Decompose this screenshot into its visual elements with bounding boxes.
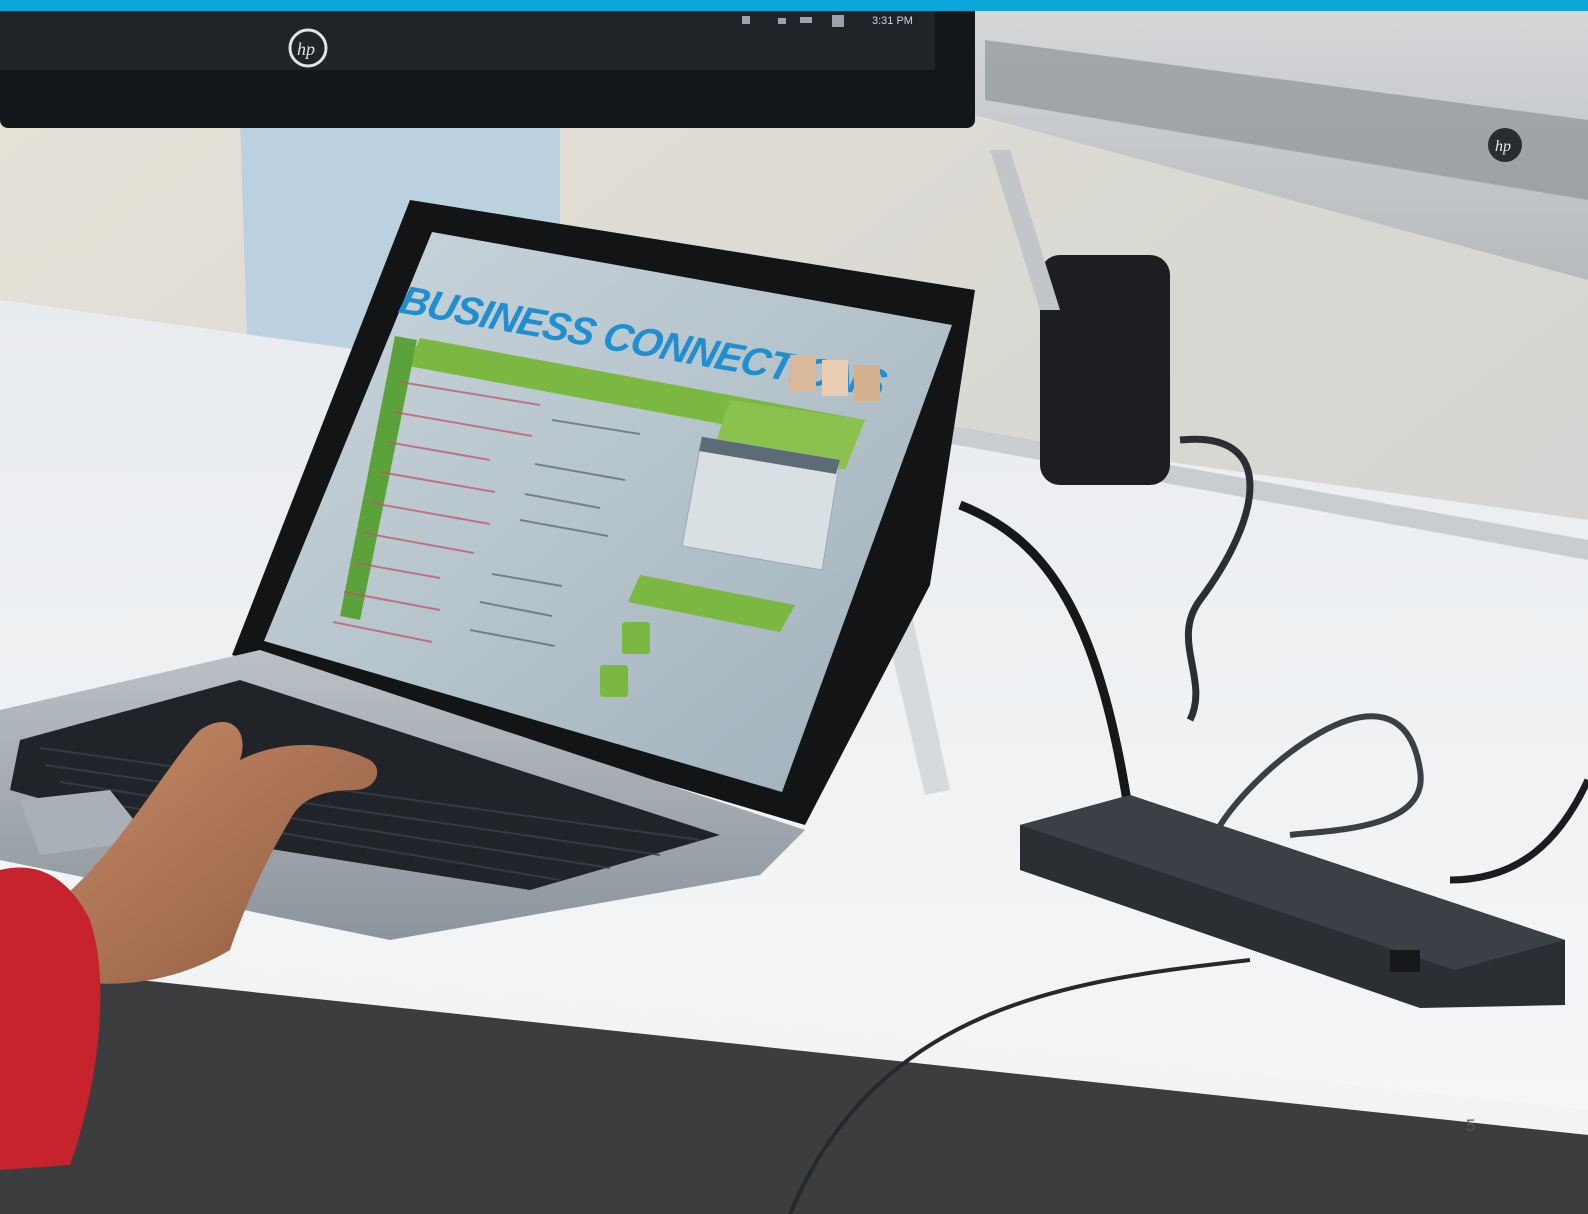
photo-scene: hp 3:31 PM hp BUSINESS CONNECTIONS 5 <box>0 0 1588 1214</box>
top-accent-band <box>0 0 1588 11</box>
background-speaker <box>1040 255 1170 485</box>
scene-illustration: hp 3:31 PM hp BUSINESS CONNECTIONS <box>0 0 1588 1214</box>
svg-text:hp: hp <box>297 39 315 59</box>
svg-text:hp: hp <box>1495 138 1511 155</box>
hp-logo-icon: hp <box>1488 128 1522 162</box>
page-number: 5 <box>1466 1116 1476 1135</box>
dock-port <box>1390 950 1420 972</box>
avatar <box>854 365 880 401</box>
avatar <box>790 355 816 391</box>
avatar <box>822 360 848 396</box>
clock-time: 3:31 PM <box>872 15 913 27</box>
